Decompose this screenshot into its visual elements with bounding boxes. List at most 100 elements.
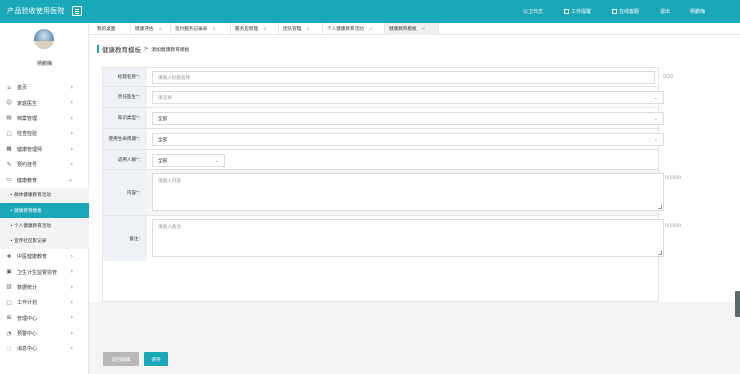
sidebar-item-appointment[interactable]: ✎ 预约挂号 ›	[0, 157, 89, 172]
breadcrumb: 健康教育模板 > 添加健康教育模板	[97, 44, 190, 54]
close-icon[interactable]: ×	[158, 27, 162, 32]
breadcrumb-current[interactable]: 健康教育模板	[102, 44, 141, 54]
form-row-content: 内容*： 请输入内容 0/1000	[103, 170, 681, 216]
sidebar-item-home[interactable]: ⌂ 首页 ›	[0, 80, 89, 95]
close-icon[interactable]: ×	[263, 27, 267, 32]
topnav-logout[interactable]: 退出	[660, 8, 670, 15]
alert-icon: ◔	[6, 330, 12, 337]
sidebar-item-supervision[interactable]: ▣ 卫生计生监督协管 ›	[0, 264, 89, 279]
back-edit-button[interactable]: 返回编辑	[103, 352, 139, 366]
content-textarea[interactable]: 请输入内容	[152, 173, 664, 211]
tab-health-assessment[interactable]: 健康评估 ×	[131, 23, 171, 35]
close-icon[interactable]: ×	[306, 27, 310, 32]
sidebar-subitem-publicity-record[interactable]: • 宣传社区影记录	[0, 234, 89, 249]
chevron-right-icon: ›	[70, 84, 73, 91]
side-scroll-handle[interactable]	[735, 291, 740, 317]
close-icon[interactable]: ×	[422, 27, 426, 32]
chevron-right-icon: ›	[70, 345, 73, 353]
topnav-log[interactable]: 公卫日志	[523, 8, 543, 15]
apps-icon: ⊞	[6, 315, 12, 322]
chevron-down-icon: ⌄	[653, 137, 658, 143]
sidebar-item-message[interactable]: ◌ 消息中心 ›	[0, 341, 89, 356]
title-char-count: 0/20	[663, 75, 674, 80]
sidebar-item-tcm-education[interactable]: ✚ 中医健康教育 ›	[0, 249, 89, 264]
sidebar-item-archive[interactable]: ▤ 档案管理 ›	[0, 111, 89, 126]
topnav-support[interactable]: 在线客服	[612, 8, 639, 15]
sidebar-item-work-plan[interactable]: ▢ 工作计划 ›	[0, 295, 89, 310]
chevron-right-icon: ›	[70, 160, 73, 168]
close-icon[interactable]: ×	[212, 27, 216, 32]
topnav-user[interactable]: 杨鹏梅	[690, 8, 705, 15]
sidebar-item-inspection[interactable]: ▢ 检查检验 ›	[0, 126, 89, 141]
chevron-right-icon: ›	[70, 145, 73, 153]
tab-desktop[interactable]: 我的桌面	[93, 23, 131, 35]
form-row-remark: 备注： 请输入备注 0/1000	[103, 216, 681, 261]
remark-textarea[interactable]: 请输入备注	[152, 219, 664, 257]
sidebar-item-health-education[interactable]: ▭ 健康教育 ⌄	[0, 172, 89, 187]
sidebar-menu: ⌂ 首页 › ☺ 家庭医生 › ▤ 档案管理 › ▢ 检查检验 › ▦ 健康管理师 › ✎ 预约挂号 ›…	[0, 80, 89, 357]
document-icon: ▢	[6, 130, 12, 137]
sidebar-item-alert[interactable]: ◔ 预警中心 ›	[0, 326, 89, 341]
resize-handle-icon[interactable]	[658, 251, 662, 255]
menu-toggle-icon[interactable]	[72, 6, 82, 16]
chevron-down-icon: ⌄	[214, 158, 219, 164]
title-label: 标题名称*：	[103, 68, 147, 86]
message-icon: ◌	[6, 345, 12, 352]
chart-icon: ▥	[6, 284, 12, 291]
top-bar: 产品验收使用医院 公卫日志 工作提醒 在线客服 退出 杨鹏梅	[0, 0, 740, 23]
sidebar-username: 杨鹏梅	[36, 61, 52, 67]
pen-icon: ✎	[6, 161, 12, 168]
knowledge-label: 知识类型*：	[103, 108, 147, 128]
user-icon: ☺	[6, 100, 12, 107]
book-icon: ▭	[6, 177, 12, 184]
sidebar-subitem-template[interactable]: • 健康教育模板	[0, 203, 89, 219]
lifecycle-label: 使用生命周期*：	[103, 129, 147, 149]
tab-template[interactable]: 健康教育模板 ×	[385, 23, 439, 35]
content-label: 内容*：	[103, 170, 147, 215]
doctor-select[interactable]: 请选择 ⌄	[152, 91, 664, 104]
content-char-count: 0/1000	[665, 176, 682, 181]
tab-team-management[interactable]: 团队管理 ×	[279, 23, 323, 35]
avatar[interactable]	[34, 29, 54, 49]
form-row-lifecycle: 使用生命周期*： 全部 ⌄	[103, 129, 664, 150]
sidebar-item-health-manager[interactable]: ▦ 健康管理师 ›	[0, 142, 89, 157]
knowledge-select[interactable]: 全部 ⌄	[152, 112, 664, 125]
topnav-reminder[interactable]: 工作提醒	[564, 8, 591, 15]
title-input[interactable]: 请输入标题名称	[152, 71, 655, 84]
sidebar: 杨鹏梅 ⌂ 首页 › ☺ 家庭医生 › ▤ 档案管理 › ▢ 检查检验 › ▦ 健康管理师 › ✎ 预…	[0, 23, 89, 374]
lifecycle-select[interactable]: 全部 ⌄	[152, 133, 664, 146]
tab-personal-activity[interactable]: 个人健康教育活动 ×	[323, 23, 385, 35]
chevron-down-icon: ⌄	[653, 95, 658, 101]
close-icon[interactable]: ×	[369, 27, 373, 32]
sidebar-item-management[interactable]: ⊞ 管理中心 ›	[0, 310, 89, 325]
medicine-icon: ✚	[6, 253, 12, 260]
bell-icon	[564, 9, 569, 14]
chat-icon	[612, 9, 617, 14]
chevron-right-icon: ›	[70, 329, 73, 337]
sidebar-subitem-personal-activity[interactable]: • 个人健康教育活动	[0, 218, 89, 233]
sidebar-submenu: • 群体健康教育活动 • 健康教育模板 • 个人健康教育活动 • 宣传社区影记录	[0, 187, 89, 249]
remark-label: 备注：	[103, 216, 147, 261]
remark-char-count: 0/1000	[665, 224, 682, 229]
crowd-label: 适用人群*：	[103, 150, 147, 169]
chevron-right-icon: ›	[70, 99, 73, 107]
crowd-select[interactable]: 全部 ⌄	[152, 154, 225, 167]
sidebar-item-family-doctor[interactable]: ☺ 家庭医生 ›	[0, 95, 89, 110]
doctor-label: 责任医生*：	[103, 87, 147, 107]
form-row-title: 标题名称*： 请输入标题名称 0/20	[103, 68, 673, 87]
resize-handle-icon[interactable]	[658, 205, 662, 209]
sidebar-subitem-group-activity[interactable]: • 群体健康教育活动	[0, 188, 89, 203]
tab-signing-record[interactable]: 签约服务记录表 ×	[171, 23, 231, 35]
footer-bar: 返回编辑 保存	[89, 302, 740, 374]
save-button[interactable]: 保存	[144, 352, 168, 366]
sidebar-item-statistics[interactable]: ▥ 数据统计 ›	[0, 280, 89, 295]
tab-service-package[interactable]: 服务包管理 ×	[231, 23, 279, 35]
chevron-right-icon: ›	[70, 268, 73, 276]
template-form: 标题名称*： 请输入标题名称 0/20 责任医生*： 请选择 ⌄ 知识类型*： 全…	[102, 67, 681, 302]
chevron-right-icon: ›	[70, 283, 73, 291]
archive-icon: ▤	[6, 115, 12, 122]
shield-icon: ▣	[6, 269, 12, 275]
chevron-down-icon: ⌄	[653, 116, 658, 122]
chevron-right-icon: ›	[70, 114, 73, 122]
calendar-icon: ▢	[6, 299, 12, 306]
